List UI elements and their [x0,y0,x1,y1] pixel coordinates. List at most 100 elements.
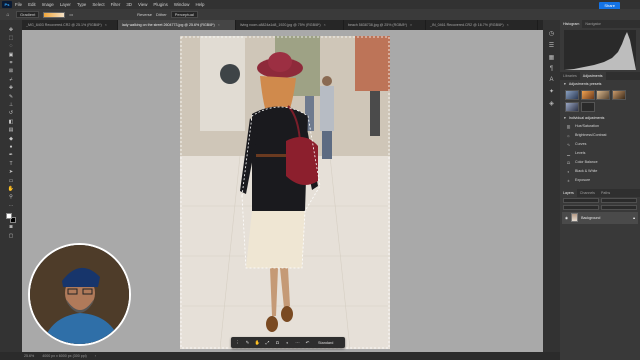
dither-option[interactable]: Dither [156,12,167,17]
gradient-swatch[interactable] [43,11,66,18]
move-tool-icon[interactable]: ✥ [7,26,15,33]
lock-icon[interactable]: 🔒︎ [633,216,635,220]
rectangle-tool-icon[interactable]: ▭ [7,177,15,184]
adjustment-levels[interactable]: ▁ Levels [560,149,640,158]
menu-image[interactable]: Image [42,2,54,7]
transform-icon[interactable]: ⤢ [264,339,271,346]
reverse-option[interactable]: Reverse [137,12,152,17]
menu-filter[interactable]: Filter [111,2,121,7]
layer-kind-filter[interactable] [563,197,599,203]
tab-paths[interactable]: Paths [598,189,613,197]
eyedropper-tool-icon[interactable]: ⌿ [7,76,15,83]
screen-mode-icon[interactable]: ▢ [7,232,15,239]
healing-brush-icon[interactable]: ✚ [7,85,15,92]
preset-thumbnail[interactable] [565,90,579,100]
menu-layer[interactable]: Layer [60,2,71,7]
tab-document-1[interactable]: _MG_8403 Recovered.CR2 @ 25.1% (RGB/8*) × [22,20,118,30]
history-brush-icon[interactable]: ↺ [7,110,15,117]
menu-window[interactable]: Window [174,2,190,7]
drag-handle-icon[interactable]: ⋮ [234,339,241,346]
tab-document-2[interactable]: lady walking on the street 2604773.jpg @… [118,20,236,30]
clone-stamp-icon[interactable]: ⊥ [7,102,15,109]
frame-tool-icon[interactable]: ⊠ [7,68,15,75]
adjustment-hue-saturation[interactable]: ▥ Hue/Saturation [560,122,640,131]
paragraph-icon[interactable]: ¶ [550,66,553,72]
opacity-icon[interactable]: ▭ [69,12,73,17]
close-icon[interactable]: × [218,23,220,27]
menu-plugins[interactable]: Plugins [153,2,167,7]
tab-channels[interactable]: Channels [577,189,598,197]
lock-controls[interactable] [563,204,599,210]
eye-icon[interactable]: ◉ [565,216,568,220]
fill-icon[interactable]: ◐ [284,339,291,346]
object-select-tool-icon[interactable]: ▣ [7,51,15,58]
preset-thumbnail[interactable] [565,101,579,112]
presets-section[interactable]: ▾ Adjustments presets [560,80,640,88]
lasso-tool-icon[interactable]: ◌ [7,43,15,50]
individual-adjustments-section[interactable]: ▾ Individual adjustments [560,114,640,122]
menu-3d[interactable]: 3D [126,2,132,7]
menu-help[interactable]: Help [195,2,204,7]
document-image[interactable] [180,36,390,349]
character-icon[interactable]: A [549,77,553,83]
dodge-tool-icon[interactable]: ● [7,143,15,150]
eraser-tool-icon[interactable]: ◧ [7,118,15,125]
zoom-tool-icon[interactable]: ⚲ [7,194,15,201]
color-swatches[interactable] [6,212,16,223]
hand-tool-icon[interactable]: ✋ [7,185,15,192]
tab-libraries[interactable]: Libraries [560,72,580,80]
method-dropdown[interactable]: Perceptual [170,11,198,18]
more-tools-icon[interactable]: ⋯ [7,202,15,209]
tool-preset-dropdown[interactable]: Gradient [16,11,40,18]
properties-icon[interactable]: ☰ [549,42,554,49]
adjustment-brightness-contrast[interactable]: ☼ Brightness/Contrast [560,131,640,140]
history-icon[interactable]: ◷ [549,30,554,37]
menu-type[interactable]: Type [77,2,87,7]
menu-edit[interactable]: Edit [28,2,36,7]
preset-thumbnail[interactable] [596,90,610,100]
status-arrow-icon[interactable]: › [95,354,96,358]
menu-select[interactable]: Select [92,2,104,7]
close-icon[interactable]: × [324,23,326,27]
layer-background[interactable]: ◉ Background 🔒︎ [562,211,638,224]
adjustment-color-balance[interactable]: ⚖ Color Balance [560,158,640,167]
preset-thumbnail[interactable] [580,90,595,100]
brush-settings-icon[interactable]: ✦ [549,88,554,95]
mask-icon[interactable]: ◘ [274,339,281,346]
brush-icon[interactable]: ✎ [244,339,251,346]
tab-document-3[interactable]: living room-c8824a1d8_1920.jpg @ 75% (RG… [236,20,344,30]
close-icon[interactable]: × [507,23,509,27]
tab-navigator[interactable]: Navigator [582,20,603,28]
tab-adjustments[interactable]: Adjustments [579,72,606,80]
gradient-tool-icon[interactable]: ▤ [7,127,15,134]
fill-opacity-field[interactable] [601,204,637,210]
home-icon[interactable]: ⌂ [4,11,12,18]
tab-document-4[interactable]: beach 5838738.jpg @ 25% (RGB/8*) × [344,20,426,30]
menu-file[interactable]: File [15,2,22,7]
foreground-color-swatch[interactable] [6,212,12,219]
blend-mode-dropdown[interactable] [601,197,637,203]
path-select-icon[interactable]: ➤ [7,169,15,176]
tab-document-5[interactable]: _IN_0461 Recovered.CR2 @ 16.7% (RGB/8*) × [426,20,538,30]
more-options-icon[interactable]: ⋯ [294,339,301,346]
tab-histogram[interactable]: Histogram [560,20,583,28]
swatches-icon[interactable]: ▦ [549,54,555,61]
zoom-level[interactable]: 25.6% [24,354,34,358]
hand-icon[interactable]: ✋ [254,339,261,346]
menu-view[interactable]: View [138,2,147,7]
brush-tool-icon[interactable]: ✎ [7,93,15,100]
adjustment-curves[interactable]: ∿ Curves [560,140,640,149]
blur-tool-icon[interactable]: ◆ [7,135,15,142]
close-icon[interactable]: × [105,23,107,27]
adjustment-black-white[interactable]: ◐ Black & White [560,167,640,176]
preset-thumbnail[interactable] [611,90,626,100]
undo-icon[interactable]: ↶ [304,339,311,346]
type-tool-icon[interactable]: T [7,160,15,167]
crop-tool-icon[interactable]: ⌗ [7,60,15,67]
preset-thumbnail[interactable] [580,101,595,112]
glyphs-icon[interactable]: ◈ [549,100,554,107]
tab-layers[interactable]: Layers [560,188,577,197]
marquee-tool-icon[interactable]: ⬚ [7,34,15,41]
close-icon[interactable]: × [410,23,412,27]
adjustment-exposure[interactable]: ± Exposure [560,176,640,185]
